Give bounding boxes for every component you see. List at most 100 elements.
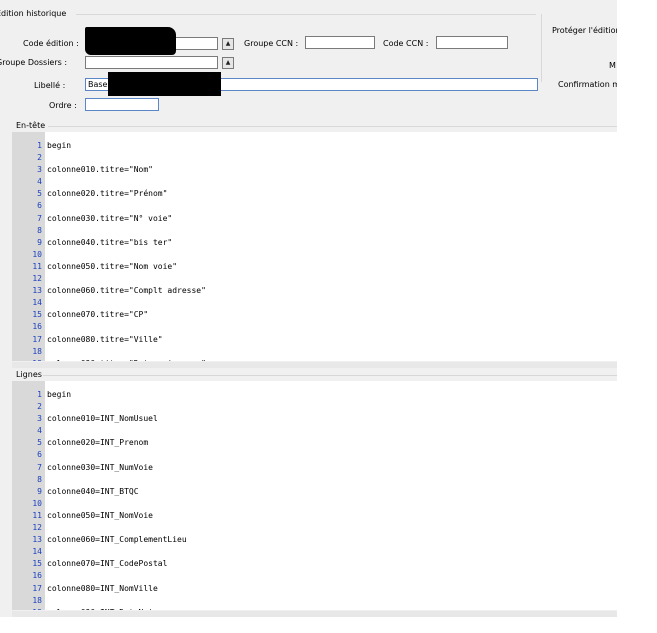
line-number: 15 — [32, 310, 42, 320]
redacted-block — [108, 72, 221, 96]
code-edition-dropdown-button[interactable]: ▲ — [222, 38, 234, 50]
line-number: 3 — [37, 165, 42, 175]
line-number: 18 — [32, 595, 42, 605]
code-line: 13 colonne060.titre="Complt adresse" — [12, 285, 617, 297]
code-text: colonne020=INT_Prenom — [47, 438, 149, 448]
code-line: 17 colonne080=INT_NomVille — [12, 583, 617, 595]
code-line: 1 begin — [12, 389, 617, 401]
line-number: 1 — [37, 141, 42, 150]
line-number: 16 — [32, 322, 42, 332]
triangle-up-icon: ▲ — [225, 40, 231, 47]
line-number: 7 — [37, 462, 42, 472]
libelle-label: Libellé : — [34, 81, 66, 90]
m-label: M — [609, 61, 616, 70]
code-text: colonne090.titre="Date naissance" — [47, 358, 206, 361]
line-number: 17 — [32, 334, 42, 344]
edition-panel: Édition historique Code édition : ▲ Grou… — [0, 0, 617, 617]
code-text: colonne070=INT_CodePostal — [47, 559, 168, 569]
code-line: 7 colonne030=INT_NumVoie — [12, 462, 617, 474]
code-line: 13 colonne060=INT_ComplementLieu — [12, 534, 617, 546]
lignes-section-title: Lignes — [16, 370, 42, 379]
lignes-code-lines: 1 begin 2 3 colonne010=INT_NomUsuel 4 5 colonne… — [12, 389, 617, 610]
line-number: 18 — [32, 346, 42, 356]
line-number: 9 — [37, 486, 42, 496]
line-number: 15 — [32, 559, 42, 569]
code-line: 14 — [12, 297, 617, 309]
entete-section-title: En-tête — [16, 121, 46, 130]
code-text: colonne030=INT_NumVoie — [47, 462, 153, 472]
redacted-block — [85, 27, 176, 55]
groupe-dossiers-dropdown-button[interactable]: ▲ — [222, 57, 234, 69]
line-number: 10 — [32, 249, 42, 259]
line-number: 1 — [37, 390, 42, 399]
code-line: 10 — [12, 498, 617, 510]
lignes-horizontal-scrollbar[interactable] — [12, 611, 617, 617]
groupe-dossiers-field[interactable] — [85, 56, 218, 69]
code-line: 2 — [12, 401, 617, 413]
code-line: 4 — [12, 425, 617, 437]
code-line: 11 colonne050.titre="Nom voie" — [12, 261, 617, 273]
line-number: 11 — [32, 510, 42, 520]
line-number: 5 — [37, 189, 42, 199]
code-line: 1 begin — [12, 140, 617, 152]
code-line: 8 — [12, 474, 617, 486]
code-line: 5 colonne020.titre="Prénom" — [12, 188, 617, 200]
line-number: 12 — [32, 274, 42, 284]
code-line: 18 — [12, 595, 617, 607]
code-line: 9 colonne040.titre="bis ter" — [12, 237, 617, 249]
code-line: 8 — [12, 225, 617, 237]
lignes-code-editor[interactable]: 1 begin 2 3 colonne010=INT_NomUsuel 4 5 colonne… — [12, 381, 617, 610]
code-text: colonne090=INT_DateNaissance — [47, 607, 182, 610]
code-line: 4 — [12, 176, 617, 188]
code-text: colonne070.titre="CP" — [47, 310, 149, 320]
group-title: Édition historique — [0, 9, 67, 18]
triangle-up-icon: ▲ — [225, 59, 231, 66]
code-text: colonne040.titre="bis ter" — [47, 237, 173, 247]
code-text: colonne010=INT_NomUsuel — [47, 414, 158, 424]
code-line: 19 colonne090=INT_DateNaissance — [12, 607, 617, 610]
line-number: 5 — [37, 438, 42, 448]
line-number: 19 — [12, 358, 42, 361]
ordre-field[interactable] — [85, 98, 159, 111]
entete-code-editor[interactable]: 1 begin 2 3 colonne010.titre="Nom" 4 5 colonne0… — [12, 132, 617, 361]
code-text: colonne080=INT_NomVille — [47, 583, 158, 593]
line-number: 6 — [37, 201, 42, 211]
code-line: 15 colonne070.titre="CP" — [12, 309, 617, 321]
entete-horizontal-scrollbar[interactable] — [12, 362, 617, 368]
lignes-divider — [43, 375, 617, 376]
code-line: 6 — [12, 200, 617, 212]
code-line: 19 colonne090.titre="Date naissance" — [12, 358, 617, 361]
line-number: 13 — [32, 535, 42, 545]
code-text: colonne050.titre="Nom voie" — [47, 261, 178, 271]
line-number: 8 — [37, 474, 42, 484]
code-ccn-field[interactable] — [436, 36, 508, 49]
line-number: 19 — [12, 607, 42, 610]
code-text: colonne050=INT_NomVoie — [47, 510, 153, 520]
code-line: 9 colonne040=INT_BTQC — [12, 486, 617, 498]
line-number: 3 — [37, 414, 42, 424]
code-line: 11 colonne050=INT_NomVoie — [12, 510, 617, 522]
code-text: colonne080.titre="Ville" — [47, 334, 163, 344]
confirmation-label: Confirmation m — [558, 80, 617, 89]
code-line: 6 — [12, 449, 617, 461]
code-line: 10 — [12, 249, 617, 261]
code-text: colonne060.titre="Complt adresse" — [47, 286, 206, 296]
line-number: 4 — [37, 426, 42, 436]
code-line: 15 colonne070=INT_CodePostal — [12, 558, 617, 570]
right-group-border — [541, 14, 542, 82]
code-line: 16 — [12, 570, 617, 582]
line-number: 11 — [32, 261, 42, 271]
code-text: begin — [47, 390, 72, 399]
groupe-ccn-field[interactable] — [305, 36, 375, 49]
line-number: 4 — [37, 177, 42, 187]
group-title-divider — [76, 14, 536, 15]
proteger-edition-label: Protéger l'édition — [552, 26, 617, 35]
code-text: colonne030.titre="N° voie" — [47, 213, 173, 223]
code-line: 18 — [12, 346, 617, 358]
code-line: 17 colonne080.titre="Ville" — [12, 334, 617, 346]
code-line: 12 — [12, 522, 617, 534]
code-line: 3 colonne010=INT_NomUsuel — [12, 413, 617, 425]
line-number: 7 — [37, 213, 42, 223]
code-text: colonne020.titre="Prénom" — [47, 189, 168, 199]
code-text: colonne060=INT_ComplementLieu — [47, 535, 187, 545]
